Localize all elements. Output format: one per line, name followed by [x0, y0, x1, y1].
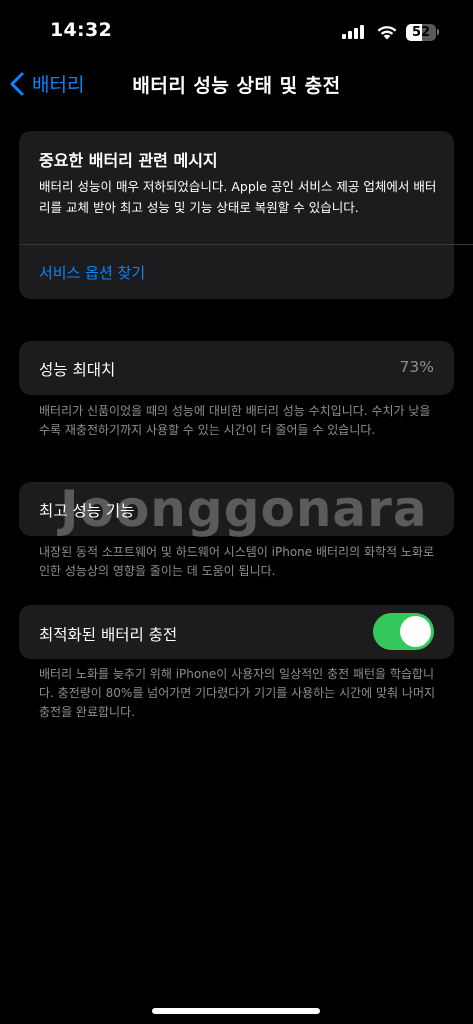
optimized-charging-footnote: 배터리 노화를 늦추기 위해 iPhone이 사용자의 일상적인 충전 패턴을 …: [39, 667, 436, 719]
wifi-icon: [377, 26, 397, 40]
find-service-options-link[interactable]: 서비스 옵션 찾기: [39, 262, 145, 283]
message-body: 배터리 성능이 매우 저하되었습니다. Apple 공인 서비스 제공 업체에서…: [39, 179, 437, 215]
peak-performance-footnote: 내장된 동적 소프트웨어 및 하드웨어 시스템이 iPhone 배터리의 화학적…: [39, 545, 434, 578]
home-indicator[interactable]: [152, 1008, 320, 1014]
peak-performance-row: 최고 성능 기능: [19, 482, 454, 536]
peak-performance-label: 최고 성능 기능: [39, 502, 135, 520]
battery-tip: [437, 29, 439, 35]
battery-icon: 52: [406, 23, 436, 41]
status-bar: 14:32 52: [0, 0, 473, 60]
maximum-capacity-row: 성능 최대치 73%: [19, 341, 454, 395]
maximum-capacity-value: 73%: [399, 358, 434, 376]
card-divider: [20, 244, 473, 245]
message-title: 중요한 배터리 관련 메시지: [39, 151, 218, 170]
status-icons: 52: [342, 22, 439, 42]
navigation-bar: 배터리 배터리 성능 상태 및 충전: [0, 60, 473, 106]
cellular-signal-icon: [342, 25, 366, 39]
page-title: 배터리 성능 상태 및 충전: [132, 75, 341, 97]
maximum-capacity-footnote: 배터리가 신품이었을 때의 성능에 대비한 배터리 성능 수치입니다. 수치가 …: [39, 404, 431, 437]
toggle-knob: [400, 616, 431, 647]
maximum-capacity-label: 성능 최대치: [39, 361, 116, 379]
optimized-charging-toggle[interactable]: [373, 613, 434, 650]
status-time: 14:32: [50, 19, 112, 41]
optimized-charging-row: 최적화된 배터리 충전: [19, 605, 454, 659]
optimized-charging-label: 최적화된 배터리 충전: [39, 626, 178, 644]
battery-level: 52: [411, 24, 431, 40]
